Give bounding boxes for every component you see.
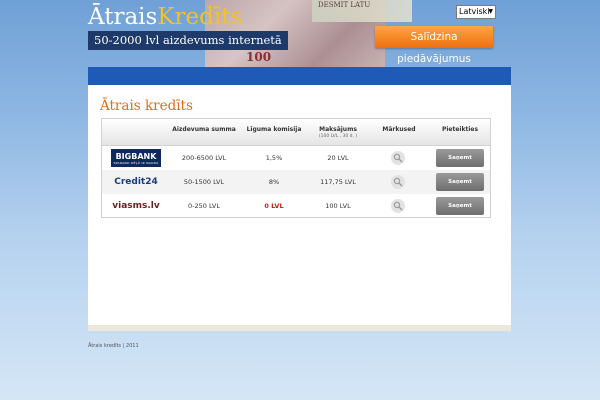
lender-name: viasms.lv (112, 201, 160, 211)
language-value: Latviski (459, 7, 490, 16)
navigation-bar (88, 67, 511, 85)
amount-cell: 200-6500 LVL (181, 154, 227, 162)
payment-cell: 100 LVL (325, 202, 351, 210)
header-payments: Maksājums (319, 126, 357, 133)
banknote-denomination: 100 (246, 50, 272, 64)
magnifier-icon[interactable] (391, 199, 405, 213)
amount-cell: 50-1500 LVL (183, 178, 225, 186)
site-logo[interactable]: ĀtraisKredīts (88, 5, 242, 29)
chevron-down-icon: ▼ (488, 8, 493, 15)
table-row: viasms.lv 0-250 LVL 0 LVL 100 LVL Saņemt… (102, 194, 490, 227)
header-apply: Pieteikties (441, 126, 479, 133)
header-commission: Līguma komisija (246, 126, 302, 133)
header-brands: Mārkused (382, 126, 416, 133)
site-slogan: 50-2000 lvl aizdevums internetā (88, 31, 288, 50)
amount-cell: 0-250 LVL (188, 202, 220, 210)
language-select[interactable]: Latviski ▼ (456, 5, 496, 19)
payment-cell: 117,75 LVL (320, 178, 356, 186)
main-content: Ātrais kredīts Aizdevuma summa Līguma ko… (88, 85, 511, 325)
lender-name: Credit24 (114, 177, 158, 187)
payment-cell: 20 LVL (327, 154, 349, 162)
commission-cell: 0 LVL (264, 202, 284, 210)
page-footer: Ātrais kredīts | 2011 (88, 343, 139, 349)
content-footer-band (88, 325, 511, 331)
viasms-logo[interactable]: viasms.lv (111, 197, 161, 215)
banknote-text: DESMIT LATU (318, 1, 371, 9)
get-credit-button[interactable]: Saņemt kredītu » (436, 149, 484, 179)
table-row: Credit24 50-1500 LVL 8% 117,75 LVL Saņem… (102, 170, 490, 203)
lender-tagline: SPARAND DĒĻŪ IZ NAUDA (113, 160, 159, 165)
get-credit-button[interactable]: Saņemt kredītu » (436, 173, 484, 203)
commission-cell: 1,5% (265, 154, 283, 162)
magnifier-icon[interactable] (391, 175, 405, 189)
loan-comparison-table: Aizdevuma summa Līguma komisija Maksājum… (101, 118, 491, 227)
compare-offers-button[interactable]: Salīdzina piedāvājumus (375, 26, 493, 65)
bigbank-logo[interactable]: BIGBANK SPARAND DĒĻŪ IZ NAUDA (111, 149, 161, 167)
header-payments-sub: (100 LVL , 30 d. ) (318, 134, 358, 139)
lender-name: BIGBANK (115, 151, 157, 161)
table-row: BIGBANK SPARAND DĒĻŪ IZ NAUDA 200-6500 L… (102, 146, 490, 179)
logo-word-2: Kredīts (157, 4, 243, 30)
header-amount: Aizdevuma summa (172, 126, 236, 133)
commission-cell: 8% (268, 178, 280, 186)
get-credit-button[interactable]: Saņemt kredītu » (436, 197, 484, 227)
magnifier-icon[interactable] (391, 151, 405, 165)
table-header: Aizdevuma summa Līguma komisija Maksājum… (102, 119, 490, 146)
page-title: Ātrais kredīts (100, 98, 193, 114)
logo-word-1: Ātrais (88, 4, 158, 30)
credit24-logo[interactable]: Credit24 (111, 173, 161, 191)
